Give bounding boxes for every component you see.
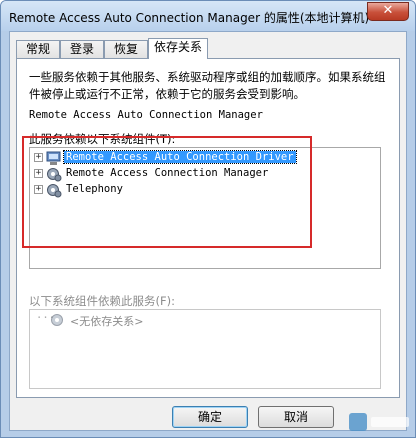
tree-item-label: Telephony — [66, 183, 123, 195]
cancel-button[interactable]: 取消 — [258, 406, 334, 428]
driver-icon — [46, 151, 61, 165]
gear-icon — [47, 184, 62, 198]
tree-item-label: Remote Access Auto Connection Driver — [63, 150, 297, 164]
depends-on-label: 此服务依赖以下系统组件(T): — [29, 132, 176, 146]
expand-icon[interactable]: + — [34, 185, 43, 194]
dialog-body: 常规 登录 恢复 依存关系 一些服务依赖于其他服务、系统驱动程序或组的加载顺序。… — [9, 31, 407, 431]
service-name: Remote Access Auto Connection Manager — [29, 109, 263, 121]
tab-dependencies[interactable]: 依存关系 — [148, 38, 208, 59]
title-bar[interactable]: Remote Access Auto Connection Manager 的属… — [1, 1, 415, 31]
close-icon: ✕ — [382, 3, 394, 18]
ok-button[interactable]: 确定 — [172, 406, 248, 428]
tree-item-label: <无依存关系> — [70, 315, 144, 328]
expand-icon[interactable]: + — [34, 153, 43, 162]
expand-icon[interactable]: + — [34, 169, 43, 178]
gear-icon — [51, 314, 63, 326]
tab-general[interactable]: 常规 — [16, 40, 60, 58]
properties-dialog: Remote Access Auto Connection Manager 的属… — [0, 0, 416, 438]
watermark-logo — [349, 413, 409, 431]
dependents-label: 以下系统组件依赖此服务(F): — [29, 294, 175, 308]
gear-icon — [47, 168, 62, 182]
dependencies-panel: 一些服务依赖于其他服务、系统驱动程序或组的加载顺序。如果系统组件被停止或运行不正… — [16, 58, 400, 398]
tree-item-label: Remote Access Connection Manager — [66, 167, 269, 179]
window-title: Remote Access Auto Connection Manager 的属… — [9, 11, 370, 25]
tab-recovery[interactable]: 恢复 — [104, 40, 148, 58]
close-button[interactable]: ✕ — [367, 2, 409, 21]
depends-on-tree[interactable]: + Remote Access Auto Connection Driver + — [29, 147, 381, 269]
description-text: 一些服务依赖于其他服务、系统驱动程序或组的加载顺序。如果系统组件被停止或运行不正… — [29, 70, 386, 101]
dependents-tree: ··· <无依存关系> — [29, 309, 381, 389]
tab-logon[interactable]: 登录 — [60, 40, 104, 58]
